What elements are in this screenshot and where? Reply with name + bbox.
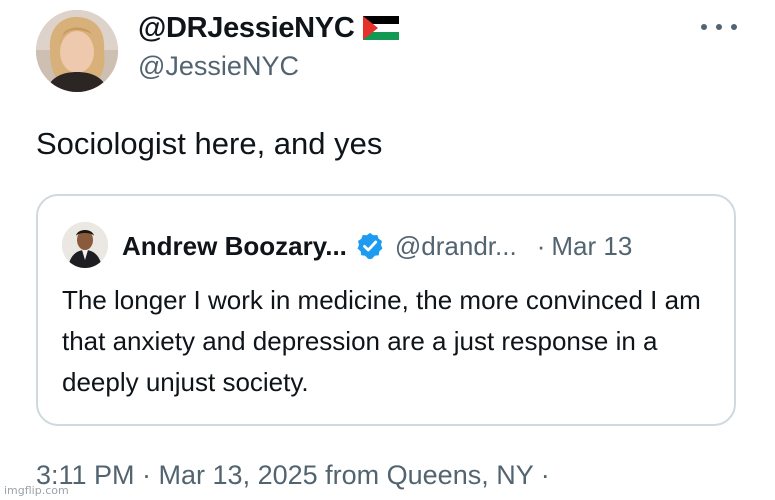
quote-date[interactable]: Mar 13 [551,231,632,262]
quote-separator: · [536,230,546,261]
watermark: imgflip.com [4,484,69,497]
verified-badge-icon [357,232,383,260]
author-avatar[interactable] [36,10,118,92]
author-display-name[interactable]: @DRJessieNYC [138,12,355,45]
quote-author-avatar[interactable] [62,222,108,268]
dot-icon [731,24,737,30]
quote-header: Andrew Boozary... @drandr... · Mar 13 [122,226,632,266]
dot-icon [701,24,707,30]
author-handle[interactable]: @JessieNYC [138,51,299,82]
ellipsis-icon[interactable] [701,15,737,39]
quote-text: The longer I work in medicine, the more … [62,285,701,397]
palestine-flag-icon [362,16,399,40]
quote-author-handle[interactable]: @drandr... [395,231,517,262]
avatar-photo [62,222,108,268]
tweet-timestamp[interactable]: 3:11 PM · Mar 13, 2025 from Queens, NY · [36,460,550,491]
tweet-text: Sociologist here, and yes [36,126,383,161]
author-name-row: @DRJessieNYC [138,10,399,46]
quoted-tweet-card[interactable]: Andrew Boozary... @drandr... · Mar 13 Th… [36,194,736,426]
avatar-photo [36,10,118,92]
dot-icon [716,24,722,30]
quote-author-name[interactable]: Andrew Boozary... [122,231,347,262]
